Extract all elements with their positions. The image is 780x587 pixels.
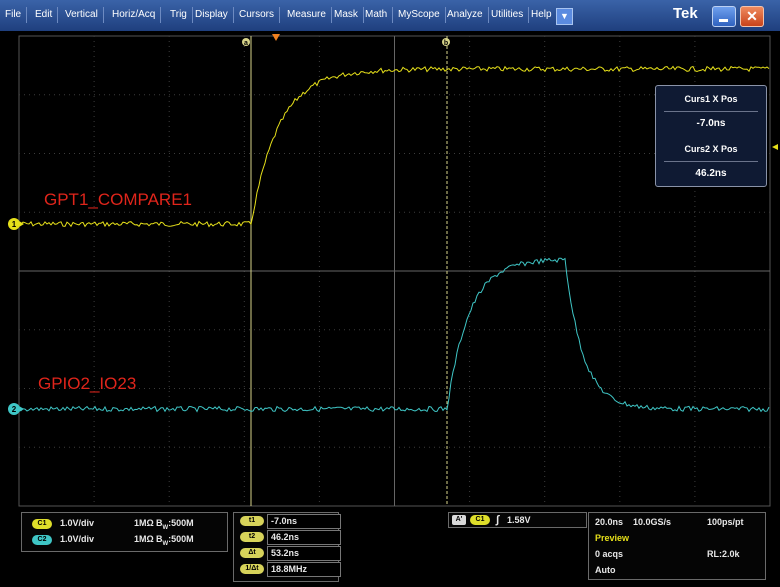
ch2-bw-label: BW:500M	[156, 534, 194, 547]
trigger-mode: A'	[452, 515, 466, 525]
t1-value: -7.0ns	[271, 516, 298, 526]
menu-vertical[interactable]: Vertical	[60, 7, 104, 23]
curs2-title: Curs2 X Pos	[684, 144, 738, 154]
menu-math[interactable]: Math	[360, 7, 394, 23]
acq-mode: Preview	[595, 533, 630, 543]
waveform-display[interactable]: a b 1 2 GPT1_COMPARE1 GPIO2_IO23 Curs1 X Po…	[0, 31, 780, 509]
run-mode: Auto	[595, 565, 616, 575]
ch1-scale: 1.0V/div	[60, 518, 95, 528]
ch1-bw-label: BW:500M	[156, 518, 194, 531]
minimize-button[interactable]	[712, 6, 736, 27]
delta-t-value: 53.2ns	[271, 548, 300, 558]
menu-file[interactable]: File	[0, 7, 28, 23]
inverse-delta-t-value-box: 18.8MHz	[267, 562, 341, 577]
brand-logo: Tek	[673, 5, 698, 22]
sample-rate: 10.0GS/s	[633, 517, 672, 527]
trigger-slope-icon: ∫	[496, 514, 500, 526]
ch2-bw-value: :500M	[168, 534, 194, 544]
ch1-chip[interactable]: C1	[32, 519, 52, 529]
channel-settings-panel[interactable]: C1 1.0V/div 1MΩ BW:500M C2 1.0V/div 1MΩ …	[21, 512, 228, 552]
trigger-position-marker	[272, 34, 280, 41]
menu-utilities[interactable]: Utilities	[486, 7, 530, 23]
menu-measure[interactable]: Measure	[282, 7, 332, 23]
trigger-panel[interactable]: A' C1 ∫ 1.58V	[448, 512, 587, 528]
menu-myscope[interactable]: MyScope	[393, 7, 446, 23]
menu-edit[interactable]: Edit	[30, 7, 59, 23]
ch1-ground-marker-label: 1	[12, 220, 17, 229]
close-button[interactable]: ✕	[740, 6, 764, 27]
ch2-chip[interactable]: C2	[32, 535, 52, 545]
minimize-icon	[719, 19, 728, 22]
curs1-value: -7.0ns	[696, 118, 726, 129]
t1-chip: t1	[240, 516, 264, 526]
curs2-value: 46.2ns	[695, 168, 727, 179]
ch1-label: GPT1_COMPARE1	[44, 190, 193, 209]
t2-chip: t2	[240, 532, 264, 542]
ch1-impedance: 1MΩ	[134, 518, 154, 528]
menu-bar: File Edit Vertical Horiz/Acq Trig Displa…	[0, 0, 780, 32]
points-per-sample: 100ps/pt	[707, 517, 744, 527]
inverse-delta-t-chip: 1/Δt	[240, 564, 264, 574]
cursor-b-marker-label: b	[444, 40, 448, 47]
cursor-a-marker-label: a	[244, 40, 248, 47]
delta-t-chip: Δt	[240, 548, 264, 558]
ch2-impedance: 1MΩ	[134, 534, 154, 544]
ch2-ground-marker-arrow	[19, 406, 24, 412]
curs1-title: Curs1 X Pos	[684, 94, 738, 104]
trigger-source-chip: C1	[470, 515, 490, 525]
record-length: RL:2.0k	[707, 549, 740, 559]
menu-horiz-acq[interactable]: Horiz/Acq	[107, 7, 162, 23]
delta-t-value-box: 53.2ns	[267, 546, 341, 561]
inverse-delta-t-value: 18.8MHz	[271, 564, 308, 574]
ch2-scale: 1.0V/div	[60, 534, 95, 544]
menu-mask[interactable]: Mask	[329, 7, 364, 23]
menu-cursors[interactable]: Cursors	[234, 7, 281, 23]
menu-analyze[interactable]: Analyze	[442, 7, 489, 23]
separator	[664, 161, 758, 162]
status-bar: C1 1.0V/div 1MΩ BW:500M C2 1.0V/div 1MΩ …	[0, 509, 780, 587]
ch2-label: GPIO2_IO23	[38, 374, 137, 393]
triangle-down-icon[interactable]: ▼	[556, 8, 573, 25]
menu-trig[interactable]: Trig	[165, 7, 193, 23]
cursor-values-panel[interactable]: t1 -7.0ns t2 46.2ns Δt 53.2ns 1/Δt 18.8M…	[233, 512, 341, 582]
t2-value-box: 46.2ns	[267, 530, 341, 545]
timebase: 20.0ns	[595, 517, 624, 527]
menu-display[interactable]: Display	[190, 7, 234, 23]
t2-value: 46.2ns	[271, 532, 300, 542]
separator	[664, 111, 758, 112]
acquisition-panel[interactable]: 20.0ns 10.0GS/s 100ps/pt Preview 0 acqs …	[588, 512, 766, 580]
menu-help[interactable]: Help	[526, 7, 557, 23]
acq-count: 0 acqs	[595, 549, 624, 559]
ch2-ground-marker-label: 2	[12, 405, 17, 414]
cursor-edge-arrow	[772, 144, 778, 150]
t1-value-box: -7.0ns	[267, 514, 341, 529]
ch1-bw-value: :500M	[168, 518, 194, 528]
cursor-readout[interactable]: Curs1 X Pos -7.0ns Curs2 X Pos 46.2ns	[655, 85, 767, 187]
trigger-level: 1.58V	[507, 515, 531, 525]
close-icon: ✕	[746, 8, 758, 24]
